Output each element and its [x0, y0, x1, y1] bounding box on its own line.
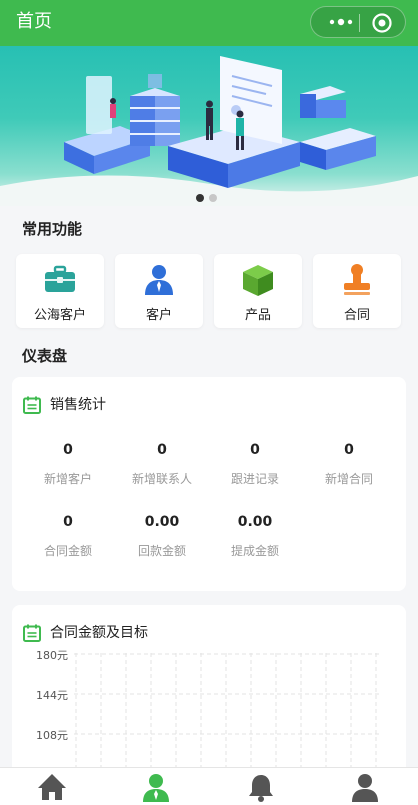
carousel-dot-active[interactable] [196, 194, 204, 202]
function-label: 公海客户 [33, 308, 86, 323]
banner-carousel[interactable] [0, 46, 418, 206]
page-title: 首页 [16, 11, 52, 32]
stat-label: 回款金额 [137, 544, 186, 558]
calendar-icon [23, 624, 41, 642]
sales-statistics-title: 销售统计 [50, 397, 106, 413]
function-public-customers[interactable]: 公海客户 [16, 254, 104, 328]
stat-payment-amount[interactable]: 0.00 回款金额 [115, 513, 209, 559]
function-products[interactable]: 产品 [214, 254, 302, 328]
carousel-indicator [196, 187, 222, 202]
stat-label: 跟进记录 [230, 472, 279, 486]
bell-icon[interactable] [245, 772, 277, 802]
target-close-icon[interactable] [371, 12, 393, 34]
mini-program-capsule [310, 6, 406, 38]
box-icon [243, 265, 273, 296]
stat-value: 0 [63, 514, 73, 530]
stat-commission-amount[interactable]: 0.00 提成金额 [208, 513, 302, 559]
more-dots-icon[interactable] [325, 12, 357, 32]
banner-illustration [0, 56, 418, 206]
stat-label: 合同金额 [43, 544, 92, 558]
stat-value: 0.00 [144, 514, 180, 530]
y-axis-tick: 108元 [36, 729, 68, 742]
calendar-icon [23, 396, 41, 414]
stat-value: 0.00 [237, 514, 273, 530]
function-customers[interactable]: 客户 [115, 254, 203, 328]
stat-label: 新增合同 [324, 472, 373, 486]
stat-value: 0 [157, 442, 167, 458]
stat-new-contacts[interactable]: 0 新增联系人 [115, 441, 209, 487]
quick-functions-title: 常用功能 [22, 220, 83, 238]
stat-label: 新增联系人 [131, 472, 192, 486]
profile-icon[interactable] [349, 772, 381, 802]
stat-follow-up-records[interactable]: 0 跟进记录 [208, 441, 302, 487]
stat-value: 0 [63, 442, 73, 458]
stat-label: 提成金额 [230, 544, 279, 558]
person-icon [145, 265, 173, 295]
contract-chart-title: 合同金额及目标 [50, 625, 148, 641]
dashboard-title: 仪表盘 [22, 347, 68, 365]
briefcase-icon [45, 265, 75, 292]
stat-new-customers[interactable]: 0 新增客户 [21, 441, 115, 487]
stat-label: 新增客户 [43, 472, 92, 486]
user-manager-icon[interactable] [140, 772, 172, 802]
home-icon[interactable] [36, 772, 68, 802]
stat-value: 0 [344, 442, 354, 458]
stat-contract-amount[interactable]: 0 合同金额 [21, 513, 115, 559]
function-label: 产品 [244, 308, 271, 323]
carousel-dot[interactable] [209, 194, 217, 202]
y-axis-tick: 144元 [36, 689, 68, 702]
stat-new-contracts[interactable]: 0 新增合同 [302, 441, 396, 487]
chart-grid [74, 653, 380, 775]
bottom-tab-bar [0, 767, 418, 805]
function-contracts[interactable]: 合同 [313, 254, 401, 328]
stamp-icon [344, 264, 370, 295]
contract-target-chart-card: 合同金额及目标 180元 144元 108元 [12, 605, 406, 775]
stat-value: 0 [250, 442, 260, 458]
function-label: 合同 [343, 308, 370, 323]
capsule-divider [359, 14, 360, 32]
function-label: 客户 [145, 308, 172, 323]
top-navigation-bar: 首页 [0, 0, 418, 46]
y-axis-tick: 180元 [36, 649, 68, 662]
sales-statistics-card: 销售统计 0 新增客户 0 新增联系人 0 跟进记录 0 新增合同 0 合同金额… [12, 377, 406, 591]
